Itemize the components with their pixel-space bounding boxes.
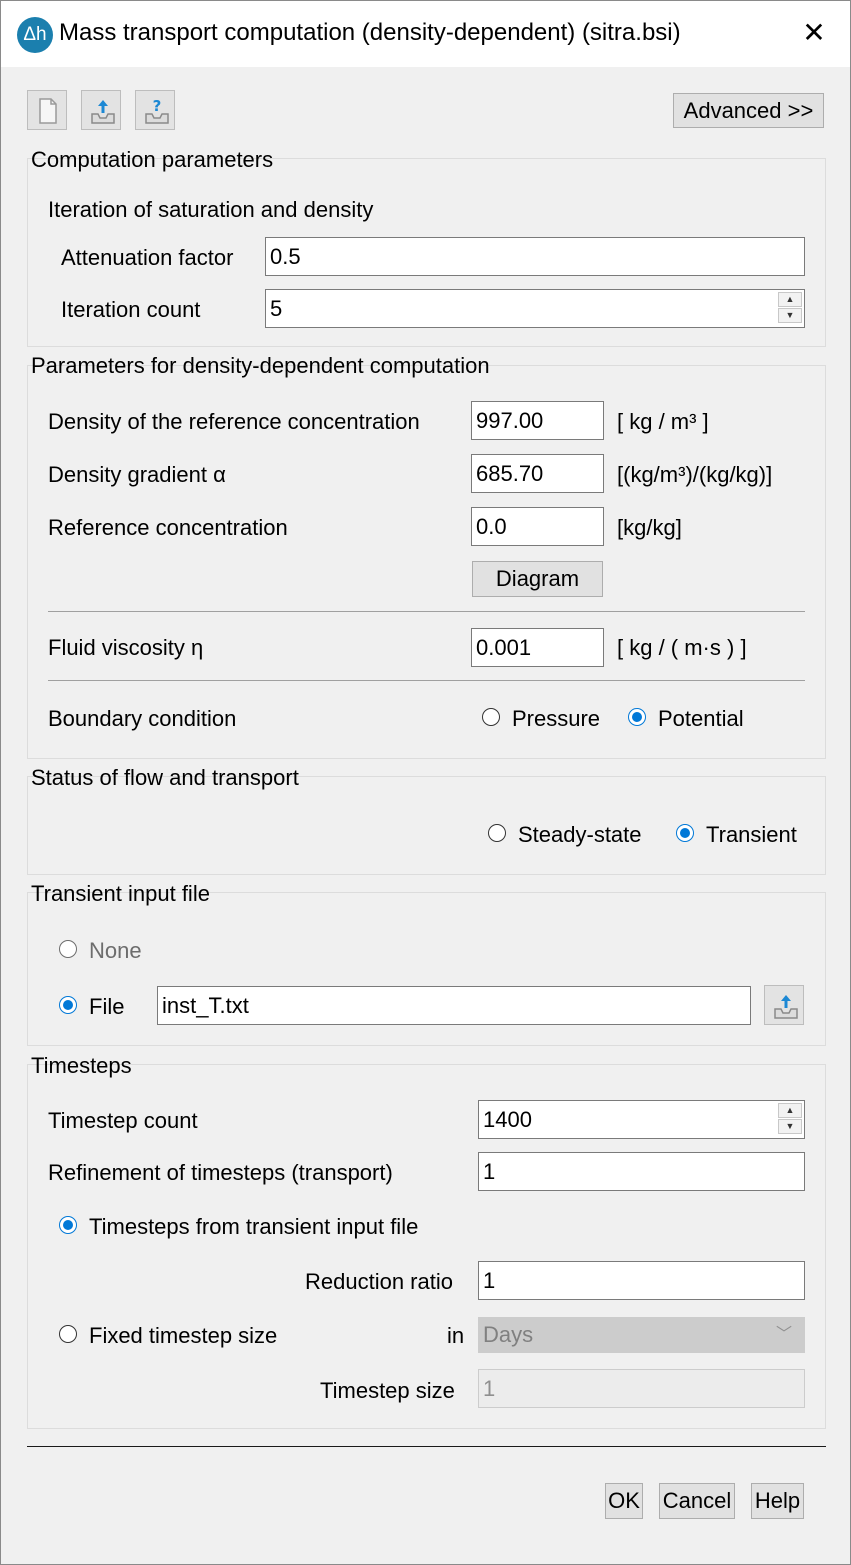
refinement-input[interactable]: 1 <box>478 1152 805 1191</box>
timesteps-title: Timesteps <box>31 1053 132 1078</box>
title-bar: Δh Mass transport computation (density-d… <box>1 1 850 67</box>
timesteps-from-file-label[interactable]: Timesteps from transient input file <box>89 1214 418 1240</box>
cancel-button[interactable]: Cancel <box>659 1483 735 1519</box>
window-title: Mass transport computation (density-depe… <box>59 19 681 46</box>
density-parameters-title: Parameters for density-dependent computa… <box>31 353 490 378</box>
pressure-radio-label[interactable]: Pressure <box>512 706 600 732</box>
separator <box>48 680 805 681</box>
timestep-count-label: Timestep count <box>48 1108 198 1133</box>
dialog-window: Δh Mass transport computation (density-d… <box>0 0 851 1565</box>
file-radio[interactable] <box>59 996 77 1014</box>
steady-state-radio-label[interactable]: Steady-state <box>518 822 642 848</box>
advanced-button[interactable]: Advanced >> <box>673 93 824 128</box>
density-gradient-input[interactable]: 685.70 <box>471 454 604 493</box>
reference-concentration-unit: [kg/kg] <box>617 515 682 540</box>
timestep-size-input[interactable]: 1 <box>478 1369 805 1408</box>
new-file-icon <box>39 98 57 124</box>
computation-parameters-title: Computation parameters <box>31 147 274 172</box>
footer-separator <box>27 1446 826 1447</box>
ok-button[interactable]: OK <box>605 1483 643 1519</box>
reference-concentration-label: Reference concentration <box>48 515 288 540</box>
attenuation-factor-label: Attenuation factor <box>61 245 234 270</box>
svg-text:?: ? <box>153 97 162 115</box>
potential-radio[interactable] <box>628 708 646 726</box>
refinement-label: Refinement of timesteps (transport) <box>48 1160 393 1185</box>
separator <box>48 611 805 612</box>
spin-up-icon[interactable]: ▲ <box>778 1103 802 1118</box>
load-button[interactable] <box>81 90 121 130</box>
chevron-down-icon: ﹀ <box>775 1326 792 1343</box>
density-gradient-unit: [(kg/m³)/(kg/kg)] <box>617 462 773 487</box>
close-icon[interactable]: ✕ <box>797 15 831 51</box>
fluid-viscosity-input[interactable]: 0.001 <box>471 628 604 667</box>
load-icon <box>774 995 798 1019</box>
spin-down-icon[interactable]: ▼ <box>778 308 802 323</box>
reduction-ratio-label: Reduction ratio <box>305 1269 453 1294</box>
iteration-subtitle: Iteration of saturation and density <box>48 197 374 222</box>
potential-radio-label[interactable]: Potential <box>658 706 744 732</box>
density-gradient-label: Density gradient α <box>48 462 226 487</box>
time-unit-select[interactable]: Days ﹀ <box>478 1317 805 1353</box>
file-radio-label[interactable]: File <box>89 994 124 1020</box>
timesteps-from-file-radio[interactable] <box>59 1216 77 1234</box>
fluid-viscosity-label: Fluid viscosity η <box>48 635 204 660</box>
none-radio[interactable] <box>59 940 77 958</box>
in-label: in <box>447 1323 465 1348</box>
attenuation-factor-input[interactable]: 0.5 <box>265 237 805 276</box>
none-radio-label[interactable]: None <box>89 938 142 964</box>
reference-density-unit: [ kg / m³ ] <box>617 409 709 434</box>
reference-density-input[interactable]: 997.00 <box>471 401 604 440</box>
help-load-button[interactable]: ? <box>135 90 175 130</box>
app-icon: Δh <box>17 17 53 53</box>
steady-state-radio[interactable] <box>488 824 506 842</box>
pressure-radio[interactable] <box>482 708 500 726</box>
fixed-timestep-radio[interactable] <box>59 1325 77 1343</box>
help-button[interactable]: Help <box>751 1483 804 1519</box>
time-unit-value: Days <box>483 1322 534 1347</box>
iteration-count-stepper[interactable]: 5 ▲ ▼ <box>265 289 805 328</box>
iteration-count-spinner[interactable]: ▲ ▼ <box>778 292 802 325</box>
boundary-condition-label: Boundary condition <box>48 706 237 731</box>
timestep-size-label: Timestep size <box>320 1378 455 1403</box>
reference-concentration-input[interactable]: 0.0 <box>471 507 604 546</box>
fluid-viscosity-unit: [ kg / ( m·s ) ] <box>617 635 747 660</box>
transient-radio[interactable] <box>676 824 694 842</box>
spin-up-icon[interactable]: ▲ <box>778 292 802 307</box>
flow-status-title: Status of flow and transport <box>31 765 299 790</box>
transient-radio-label[interactable]: Transient <box>706 822 797 848</box>
timestep-count-stepper[interactable]: 1400 ▲ ▼ <box>478 1100 805 1139</box>
fixed-timestep-label[interactable]: Fixed timestep size <box>89 1323 277 1349</box>
timestep-count-spinner[interactable]: ▲ ▼ <box>778 1103 802 1136</box>
iteration-count-label: Iteration count <box>61 297 201 322</box>
transient-input-file-title: Transient input file <box>31 881 210 906</box>
diagram-button[interactable]: Diagram <box>472 561 603 597</box>
iteration-count-value: 5 <box>270 296 283 321</box>
load-icon <box>91 100 115 124</box>
reference-density-label: Density of the reference concentration <box>48 409 420 434</box>
new-file-button[interactable] <box>27 90 67 130</box>
reduction-ratio-input[interactable]: 1 <box>478 1261 805 1300</box>
timestep-count-value: 1400 <box>483 1107 532 1132</box>
browse-file-button[interactable] <box>764 985 804 1025</box>
spin-down-icon[interactable]: ▼ <box>778 1119 802 1134</box>
help-load-icon: ? <box>145 97 169 124</box>
transient-file-input[interactable]: inst_T.txt <box>157 986 751 1025</box>
